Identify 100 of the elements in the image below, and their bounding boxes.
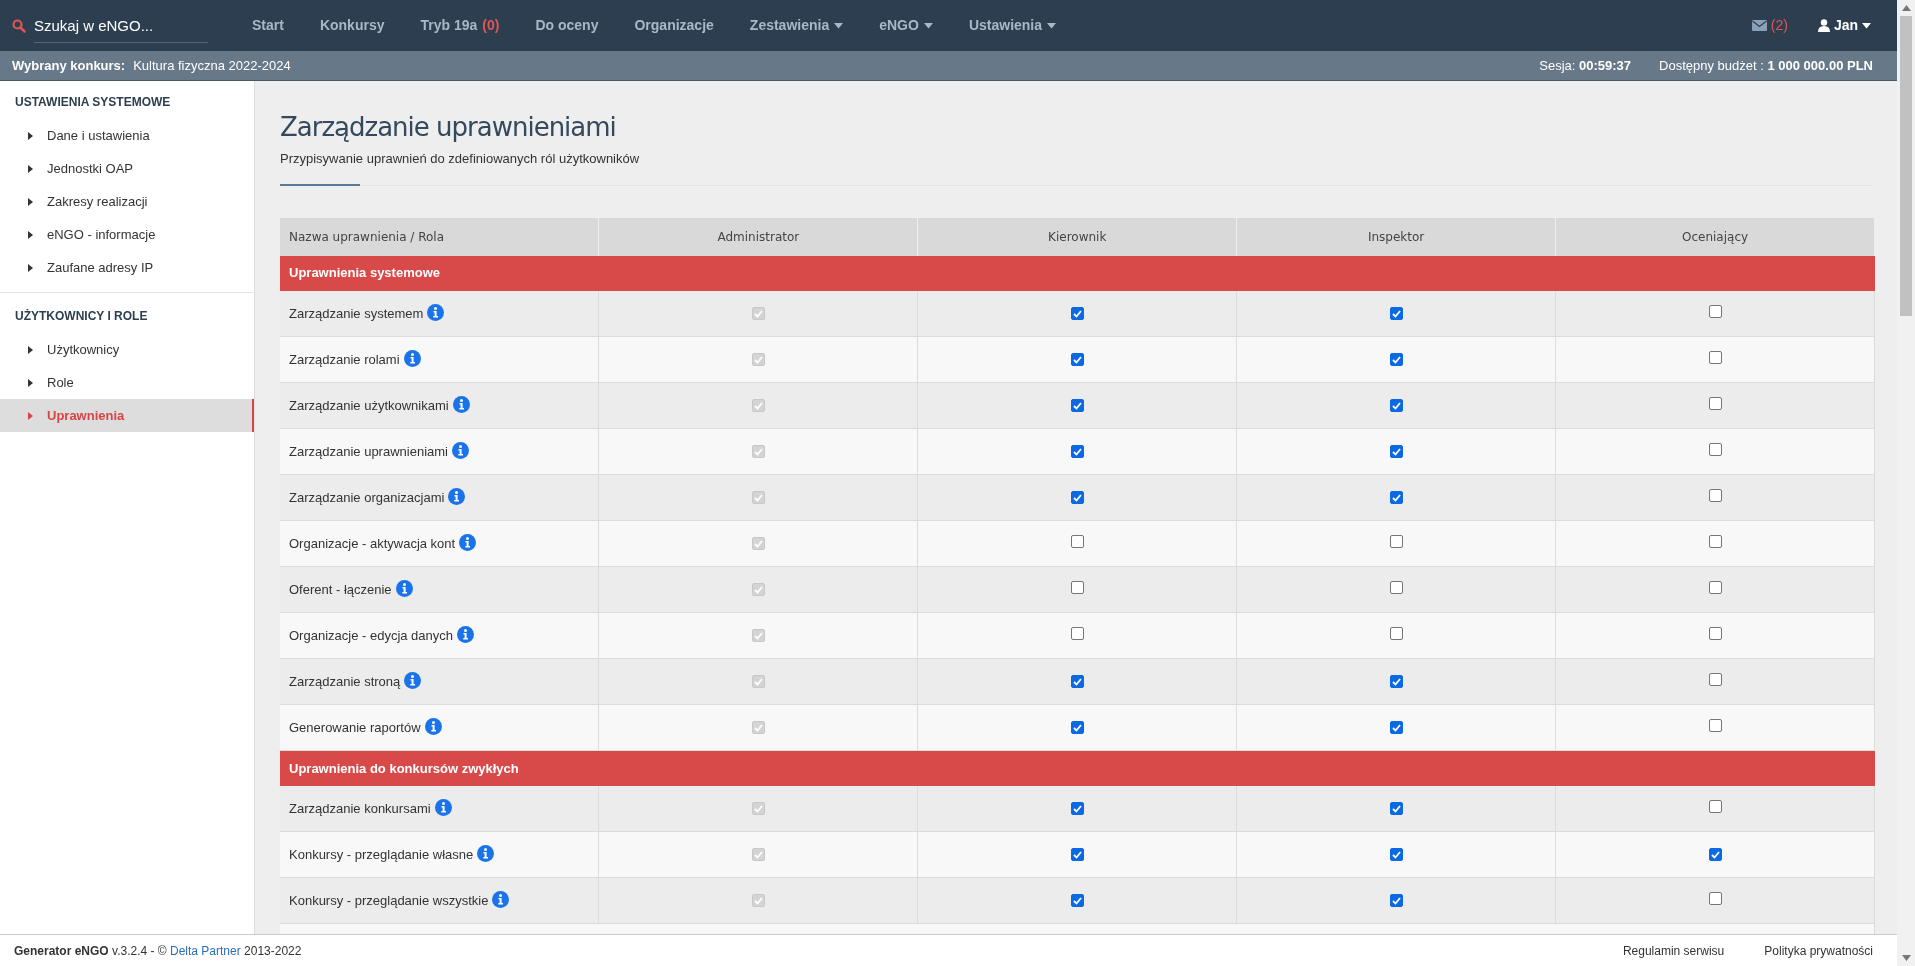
checkbox[interactable] xyxy=(1389,399,1403,413)
sidebar-item[interactable]: Uprawnienia xyxy=(0,399,254,432)
checkbox[interactable] xyxy=(1389,848,1403,862)
scroll-up-icon[interactable] xyxy=(1901,5,1911,11)
checkbox[interactable] xyxy=(1389,894,1403,908)
user-icon xyxy=(1817,19,1830,32)
checkbox[interactable] xyxy=(1389,491,1403,505)
checkbox[interactable] xyxy=(1389,675,1403,689)
column-header: Nazwa uprawnienia / Rola xyxy=(280,217,599,256)
nav-dropdown[interactable]: Zestawienia xyxy=(735,15,858,36)
info-icon[interactable] xyxy=(477,844,495,862)
checkbox[interactable] xyxy=(1070,848,1084,862)
checkbox[interactable] xyxy=(1389,445,1403,459)
permission-name: Konkursy - przeglądanie wszystkie xyxy=(289,892,489,908)
info-icon[interactable] xyxy=(395,579,413,597)
checkbox[interactable] xyxy=(1708,891,1722,905)
checkbox[interactable] xyxy=(1708,396,1722,410)
info-icon[interactable] xyxy=(424,717,442,735)
checkbox[interactable] xyxy=(1708,350,1722,364)
checkbox[interactable] xyxy=(1070,802,1084,815)
checkbox[interactable] xyxy=(1708,442,1722,456)
sidebar-item[interactable]: Zakresy realizacji xyxy=(0,185,254,218)
sidebar-item[interactable]: Zaufane adresy IP xyxy=(0,251,254,284)
info-icon[interactable] xyxy=(403,349,421,367)
info-icon[interactable] xyxy=(434,798,452,816)
info-icon[interactable] xyxy=(427,303,445,321)
checkbox[interactable] xyxy=(1389,580,1403,594)
messages-link[interactable]: (2) xyxy=(1751,15,1788,36)
checkbox[interactable] xyxy=(1389,353,1403,367)
nav-link[interactable]: Konkursy xyxy=(305,15,399,36)
permission-name: Zarządzanie uprawnieniami xyxy=(289,443,448,459)
caret-icon xyxy=(1047,22,1057,29)
footer-link[interactable]: Polityka prywatności xyxy=(1764,941,1873,960)
search-field[interactable]: Szukaj w eNGO... xyxy=(34,8,208,43)
permission-name: Zarządzanie użytkownikami xyxy=(289,397,449,413)
checkbox[interactable] xyxy=(1070,534,1084,548)
checkbox[interactable] xyxy=(1070,675,1084,689)
checkbox[interactable] xyxy=(1389,534,1403,548)
checkbox[interactable] xyxy=(1708,672,1722,686)
checkbox[interactable] xyxy=(1070,399,1084,413)
checkbox[interactable] xyxy=(1708,626,1722,640)
checkbox[interactable] xyxy=(1389,626,1403,640)
scrollbar-thumb[interactable] xyxy=(1900,16,1912,316)
sidebar-item[interactable]: Dane i ustawienia xyxy=(0,119,254,152)
checkbox[interactable] xyxy=(1389,307,1403,320)
checkbox[interactable] xyxy=(1708,718,1722,732)
checkbox[interactable] xyxy=(1070,626,1084,640)
checkbox[interactable] xyxy=(1708,848,1722,862)
checkbox[interactable] xyxy=(1708,304,1722,318)
checkbox[interactable] xyxy=(1070,894,1084,908)
column-header: Kierownik xyxy=(917,217,1237,256)
checkbox[interactable] xyxy=(1070,580,1084,594)
sidebar-item[interactable]: Jednostki OAP xyxy=(0,152,254,185)
permission-name: Zarządzanie organizacjami xyxy=(289,489,445,505)
checkbox[interactable] xyxy=(1070,353,1084,367)
caret-right-icon xyxy=(28,411,33,420)
checkbox[interactable] xyxy=(1070,491,1084,505)
caret-right-icon xyxy=(28,378,33,387)
footer-link[interactable]: Regulamin serwisu xyxy=(1622,941,1725,960)
permission-name: Zarządzanie systemem xyxy=(289,305,424,321)
info-icon[interactable] xyxy=(459,533,477,551)
caret-right-icon xyxy=(28,197,33,206)
scroll-down-icon[interactable] xyxy=(1901,955,1911,961)
checkbox[interactable] xyxy=(1389,721,1403,735)
caret-right-icon xyxy=(28,263,33,272)
checkbox[interactable] xyxy=(1708,534,1722,548)
checkbox[interactable] xyxy=(1708,488,1722,502)
column-header: Administrator xyxy=(598,217,918,256)
checkbox[interactable] xyxy=(1708,580,1722,594)
company-link[interactable]: Delta Partner xyxy=(170,943,241,958)
checkbox[interactable] xyxy=(1708,799,1722,813)
nav-dropdown[interactable]: eNGO xyxy=(865,15,947,36)
nav-link[interactable]: Organizacje xyxy=(620,15,728,36)
user-menu[interactable]: Jan xyxy=(1817,15,1871,36)
caret-icon xyxy=(834,22,844,29)
permission-name: Oferent - łączenie xyxy=(289,581,392,597)
nav-link[interactable]: Tryb 19a (0) xyxy=(406,15,514,36)
info-icon[interactable] xyxy=(457,625,475,643)
checkbox[interactable] xyxy=(1389,802,1403,815)
nav-dropdown[interactable]: Ustawienia xyxy=(954,15,1071,36)
info-icon[interactable] xyxy=(452,441,469,459)
checkbox[interactable] xyxy=(1070,445,1084,459)
context-label: Wybrany konkurs: xyxy=(12,56,126,75)
nav-link[interactable]: Start xyxy=(238,15,298,36)
page-subtitle: Przypisywanie uprawnień do zdefiniowanych ról użytkowników xyxy=(280,150,641,168)
checkbox[interactable] xyxy=(1070,307,1084,320)
info-icon[interactable] xyxy=(404,671,422,689)
session-timer: Sesja: 00:59:37 xyxy=(1539,56,1632,75)
info-icon[interactable] xyxy=(452,395,470,413)
sidebar-item[interactable]: Role xyxy=(0,366,254,399)
caret-right-icon xyxy=(28,131,33,140)
info-icon[interactable] xyxy=(448,487,466,505)
section-header: Uprawnienia do konkursów zwykłych xyxy=(280,750,1875,786)
checkbox[interactable] xyxy=(1070,721,1084,735)
search-icon xyxy=(12,18,26,33)
sidebar-item[interactable]: Użytkownicy xyxy=(0,333,254,366)
nav-link[interactable]: Do oceny xyxy=(521,15,613,36)
caret-right-icon xyxy=(28,164,33,173)
sidebar-item[interactable]: eNGO - informacje xyxy=(0,218,254,251)
info-icon[interactable] xyxy=(492,890,510,908)
